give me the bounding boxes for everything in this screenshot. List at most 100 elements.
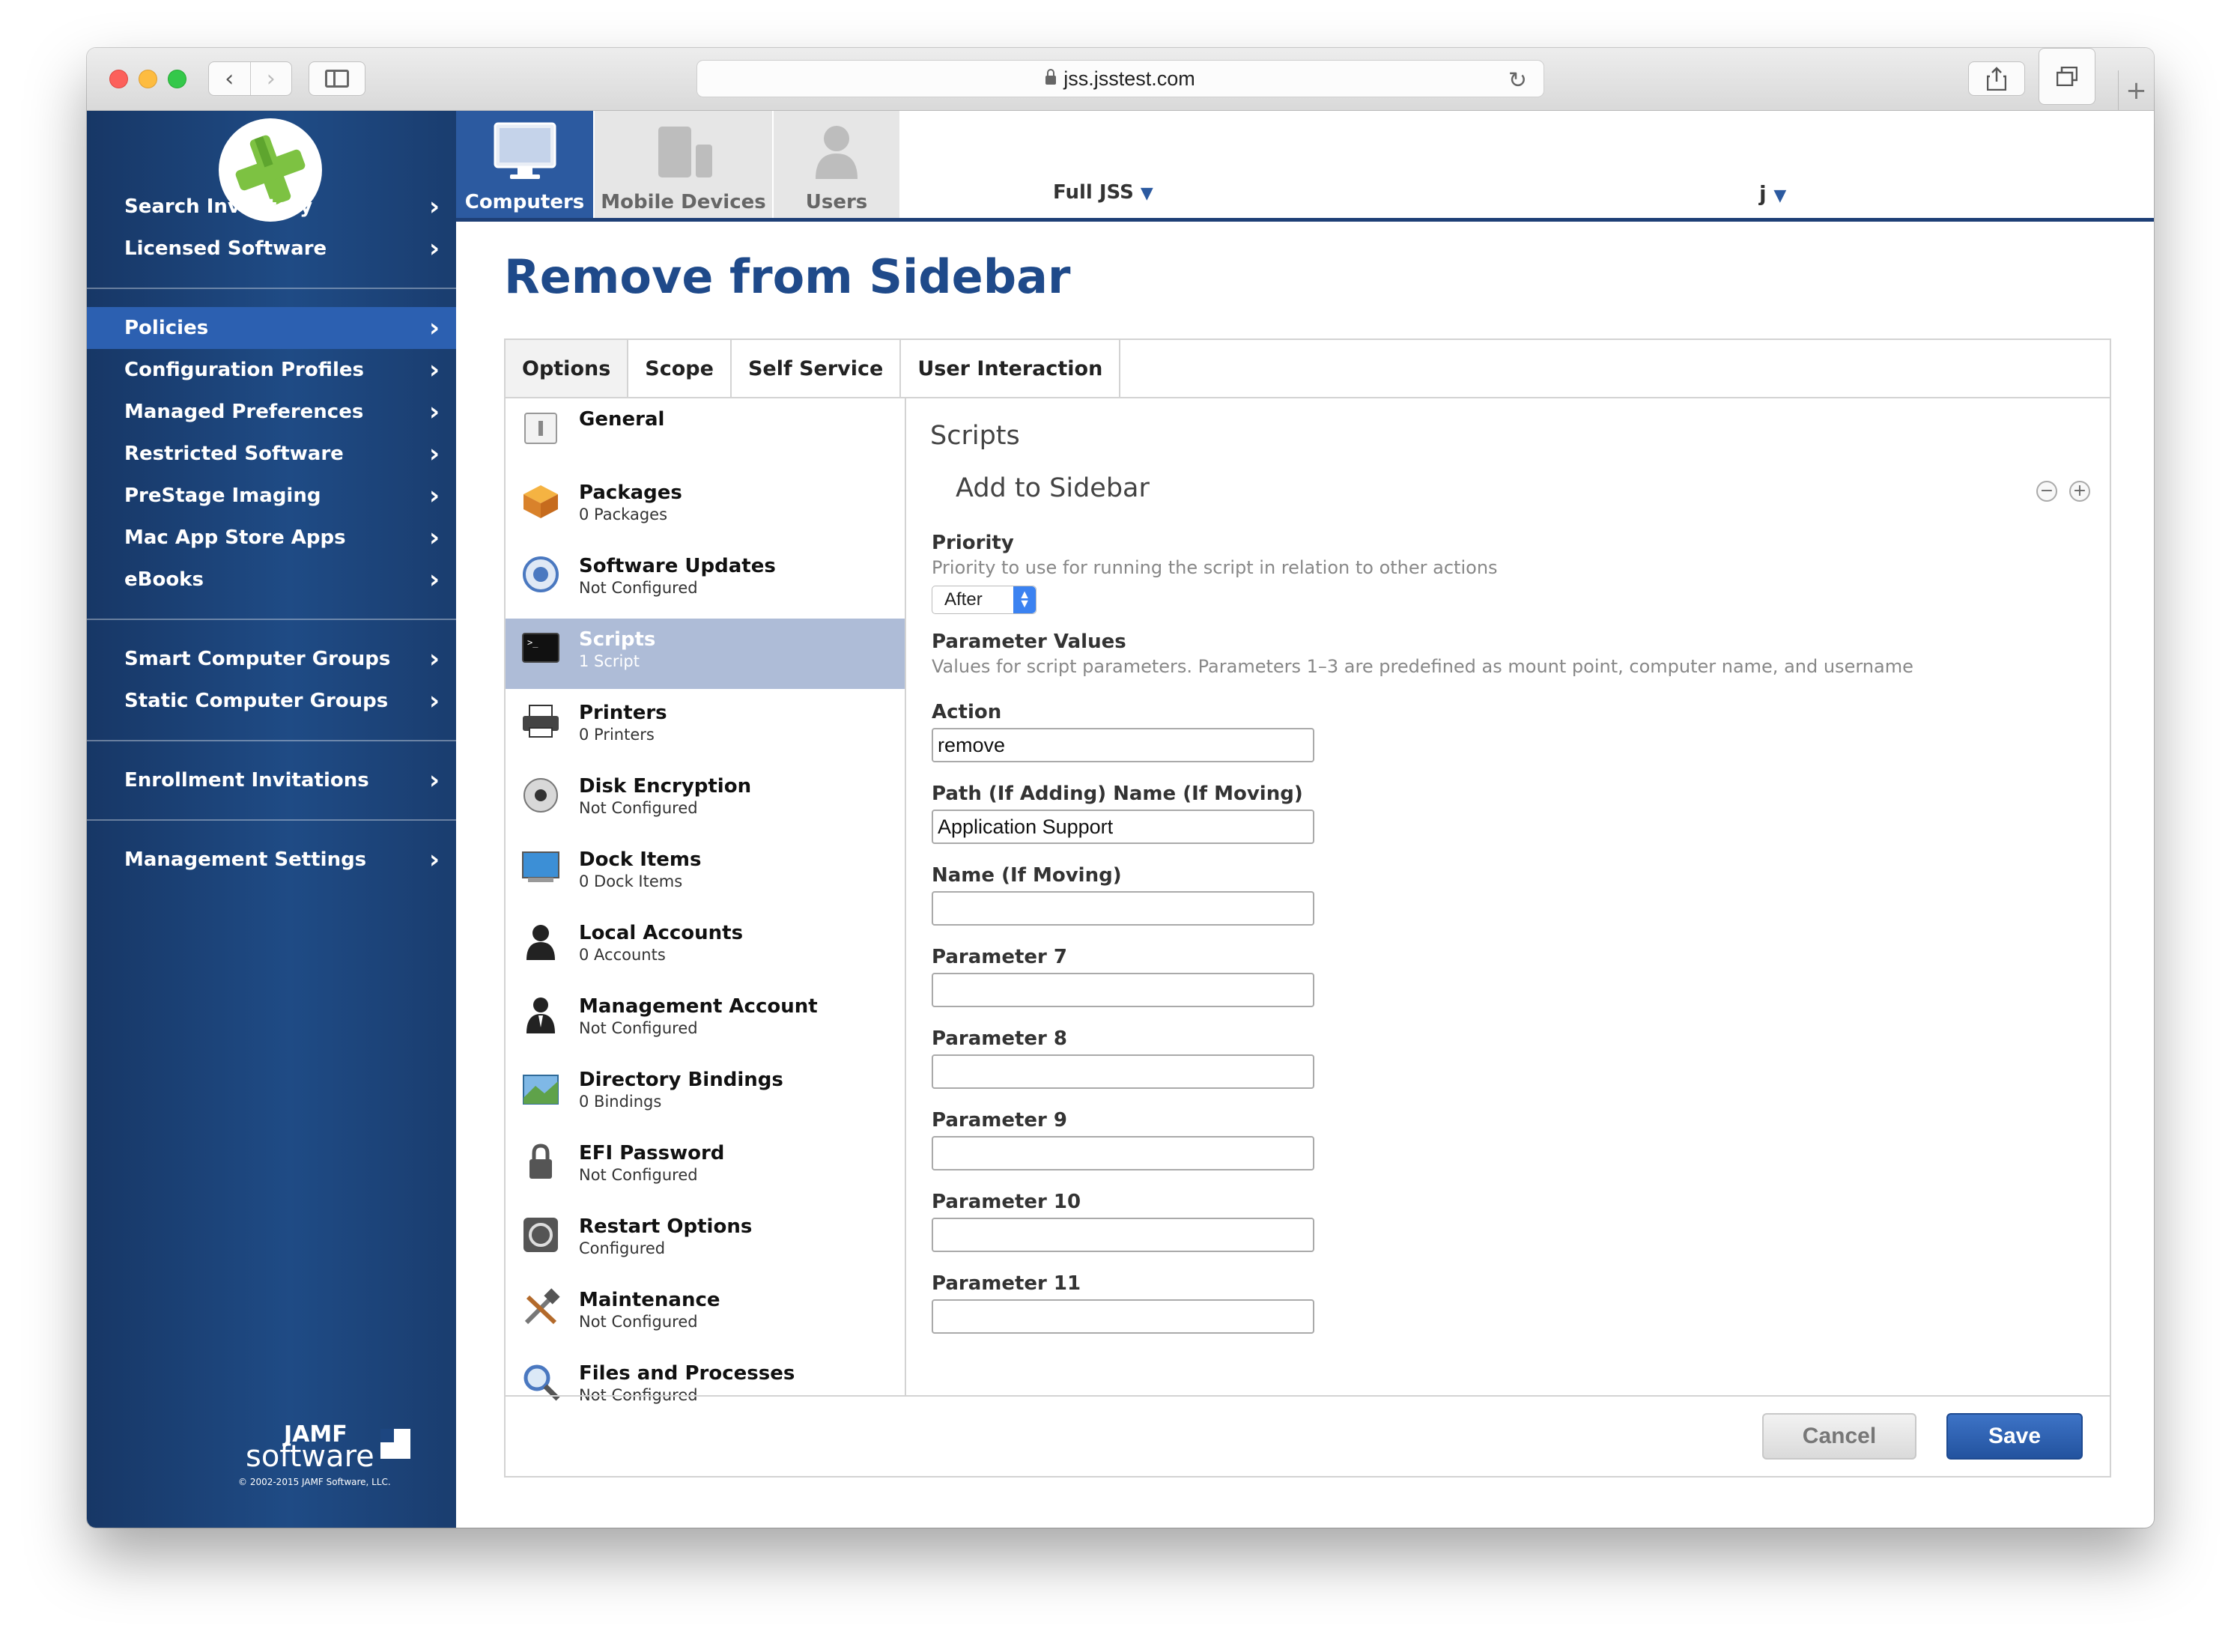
minimize-window-button[interactable] [139,70,157,88]
option-disk-encryption[interactable]: Disk Encryption Not Configured [506,765,905,836]
remove-script-button[interactable]: − [2036,481,2057,502]
reload-icon[interactable]: ↻ [1508,67,1527,94]
field-input-path-if-adding-name-if-moving[interactable]: Application Support [932,810,1314,844]
sidebar-item-management-settings[interactable]: Management Settings › [87,839,456,881]
tab-scope[interactable]: Scope [628,340,732,397]
tab-user-interaction[interactable]: User Interaction [901,340,1121,397]
environment-dropdown[interactable]: Full JSS ▼ [1053,181,1153,204]
sidebar-item-label: Static Computer Groups [124,690,389,712]
history-nav: ‹ › [208,61,292,96]
tab-users[interactable]: Users [774,111,899,218]
chevron-right-icon: › [428,644,440,674]
option-status: 0 Packages [579,505,668,523]
sidebar-item-configuration-profiles[interactable]: Configuration Profiles › [87,349,456,391]
tab-self-service[interactable]: Self Service [731,340,902,397]
chevron-right-icon: › [428,686,440,716]
new-tab-button[interactable]: + [2118,70,2154,111]
back-icon[interactable]: ‹ [209,62,250,95]
option-efi-password[interactable]: EFI Password Not Configured [506,1132,905,1203]
sidebar-item-prestage-imaging[interactable]: PreStage Imaging › [87,475,456,517]
script-name: Add to Sidebar [956,473,1150,503]
option-files-and-processes[interactable]: Files and Processes Not Configured [506,1352,905,1423]
zoom-window-button[interactable] [168,70,186,88]
close-window-button[interactable] [109,70,128,88]
forward-icon[interactable]: › [249,62,292,95]
disk-encryption-icon [520,774,561,815]
sidebar-icon [325,70,349,88]
option-packages[interactable]: Packages 0 Packages [506,472,905,542]
option-general[interactable]: General [506,398,905,469]
option-name: Directory Bindings [579,1069,783,1091]
user-icon [520,921,561,962]
option-status: 0 Accounts [579,946,666,964]
option-name: Management Account [579,995,818,1018]
sidebar-item-licensed-software[interactable]: Licensed Software › [87,228,456,270]
field-input-action[interactable]: remove [932,728,1314,762]
sidebar-item-mac-app-store-apps[interactable]: Mac App Store Apps › [87,517,456,559]
option-status: 0 Dock Items [579,872,683,890]
tab-options[interactable]: Options [506,340,629,397]
cancel-button[interactable]: Cancel [1762,1413,1916,1460]
chevron-right-icon: › [428,845,440,875]
share-icon [1987,67,2006,91]
sidebar-item-label: Restricted Software [124,443,344,465]
user-menu[interactable]: j ▼ [1759,181,1786,206]
field-input-name-if-moving[interactable] [932,891,1314,926]
option-local-accounts[interactable]: Local Accounts 0 Accounts [506,912,905,983]
option-maintenance[interactable]: Maintenance Not Configured [506,1279,905,1349]
priority-select[interactable]: After ▲ ▼ [932,586,1036,614]
chevron-right-icon: › [428,355,440,385]
option-software-updates[interactable]: Software Updates Not Configured [506,545,905,616]
save-button[interactable]: Save [1946,1413,2083,1460]
tab-mobile-devices[interactable]: Mobile Devices [595,111,772,218]
sidebar-item-managed-preferences[interactable]: Managed Preferences › [87,391,456,433]
software-update-icon [520,554,561,595]
sidebar-item-label: Management Settings [124,848,367,871]
tab-computers[interactable]: Computers [456,111,593,218]
share-button[interactable] [1968,61,2025,96]
admin-user-icon [520,994,561,1035]
policy-panel: Options Scope Self Service User Interaction… [504,338,2111,1478]
tab-label: Users [805,191,868,213]
tab-label: Mobile Devices [601,191,766,213]
sidebar-item-label: Smart Computer Groups [124,648,391,670]
field-label-action: Action [932,701,1002,723]
option-name: Restart Options [579,1215,753,1238]
sidebar-item-smart-computer-groups[interactable]: Smart Computer Groups › [87,638,456,680]
sidebar-item-enrollment-invitations[interactable]: Enrollment Invitations › [87,759,456,801]
option-printers[interactable]: Printers 0 Printers [506,692,905,762]
sidebar-item-ebooks[interactable]: eBooks › [87,559,456,601]
show-sidebar-button[interactable] [309,61,365,96]
directory-icon [520,1068,561,1108]
option-status: 1 Script [579,652,640,670]
field-input-parameter-10[interactable] [932,1218,1314,1252]
field-input-parameter-7[interactable] [932,973,1314,1007]
field-input-parameter-9[interactable] [932,1136,1314,1170]
caret-down-icon: ▼ [1140,184,1153,203]
package-icon [520,481,561,521]
left-sidebar: Search Inventory › Licensed Software › Polic… [87,111,456,1528]
computer-icon [494,122,556,179]
sidebar-item-label: Managed Preferences [124,401,364,423]
tabs-icon [2057,67,2077,86]
option-dock-items[interactable]: Dock Items 0 Dock Items [506,839,905,909]
priority-value: After [944,589,983,610]
field-input-parameter-11[interactable] [932,1299,1314,1334]
tab-overview-button[interactable] [2039,48,2095,105]
chevron-right-icon: › [428,397,440,427]
sidebar-item-restricted-software[interactable]: Restricted Software › [87,433,456,475]
option-management-account[interactable]: Management Account Not Configured [506,986,905,1056]
chevron-right-icon: › [428,234,440,264]
option-status: Configured [579,1239,666,1257]
sidebar-item-policies[interactable]: Policies › [87,307,456,349]
option-directory-bindings[interactable]: Directory Bindings 0 Bindings [506,1059,905,1129]
option-restart-options[interactable]: Restart Options Configured [506,1206,905,1276]
mobile-device-icon [658,127,712,177]
sidebar-item-static-computer-groups[interactable]: Static Computer Groups › [87,680,456,722]
address-bar[interactable]: jss.jsstest.com ↻ [696,60,1544,97]
option-scripts[interactable]: >_ Scripts 1 Script [506,619,905,689]
add-script-button[interactable]: + [2069,481,2090,502]
field-input-parameter-8[interactable] [932,1054,1314,1089]
priority-label: Priority [932,532,1014,554]
sidebar-item-search-inventory[interactable]: Search Inventory › [87,186,456,228]
